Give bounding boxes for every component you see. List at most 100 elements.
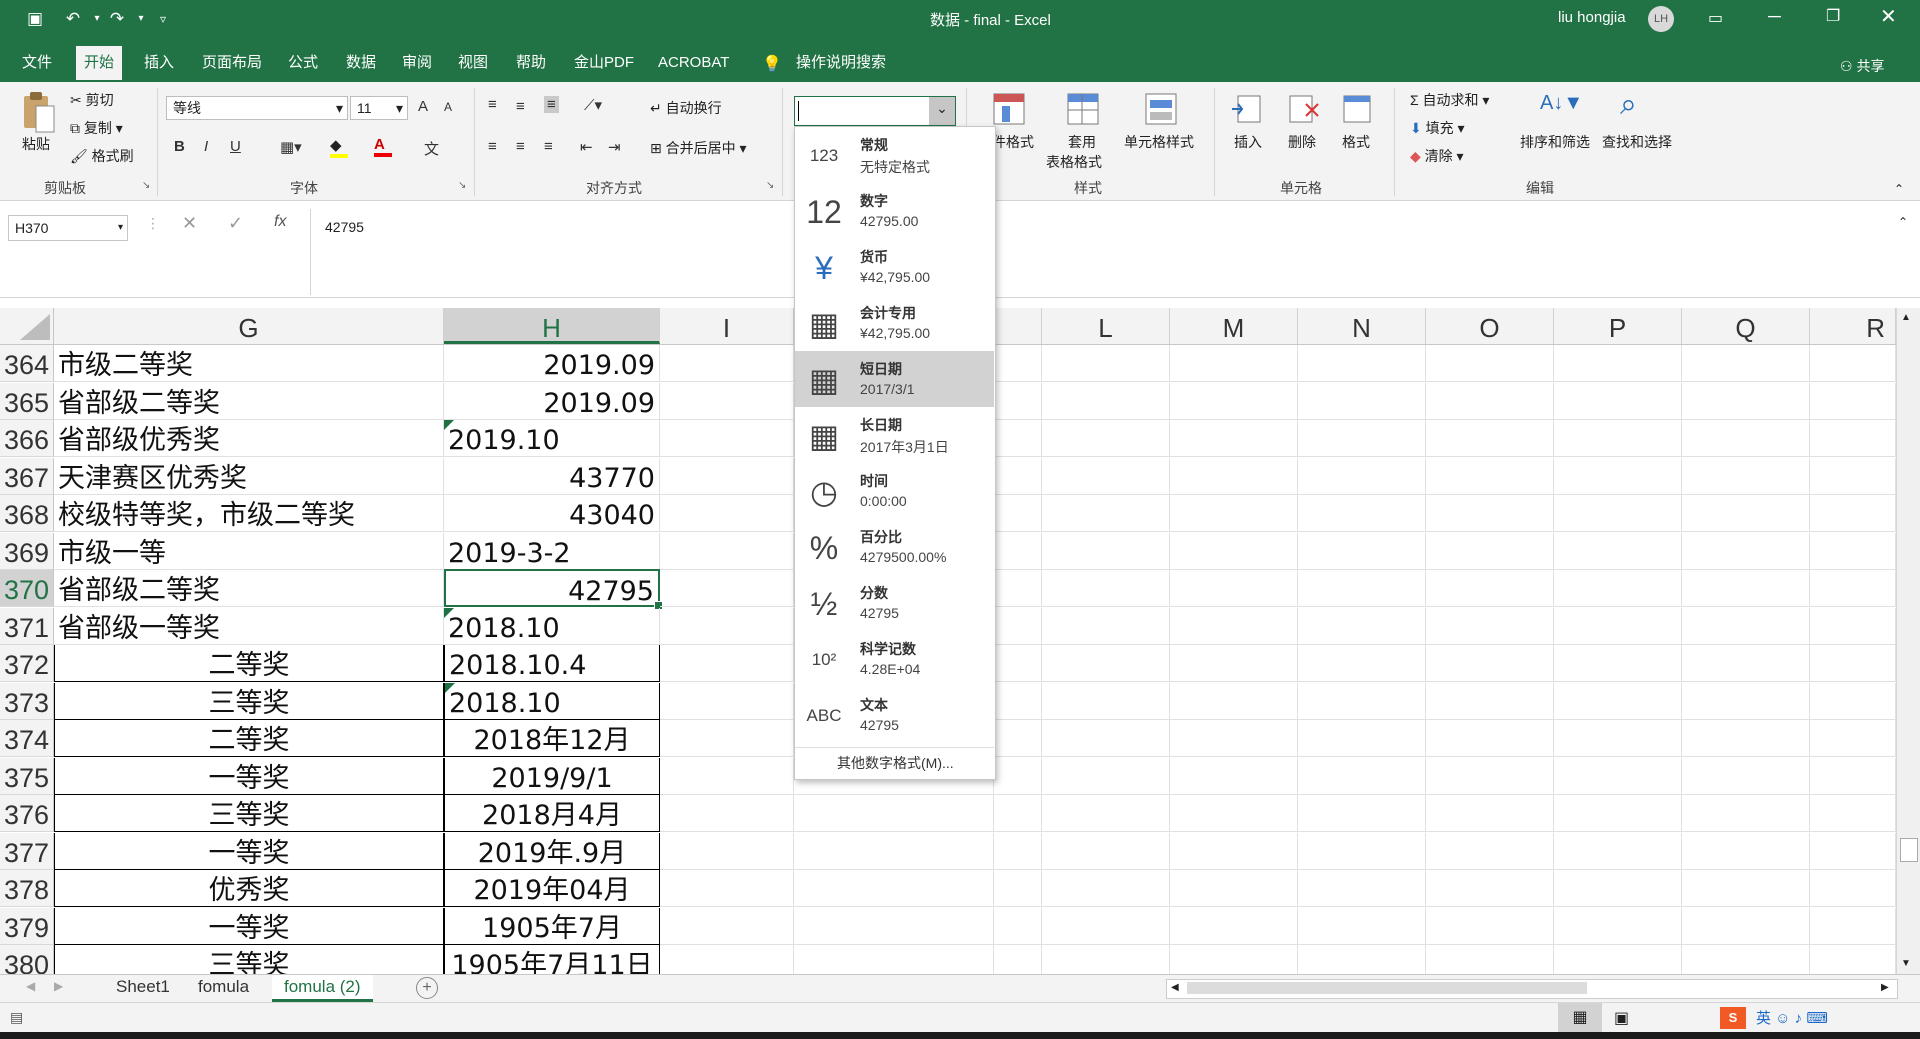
font-size-select[interactable]: 11 ▾ bbox=[350, 96, 408, 120]
scroll-left-icon[interactable]: ◀ bbox=[1171, 982, 1179, 993]
empty-cell[interactable] bbox=[1810, 945, 1896, 974]
empty-cell[interactable] bbox=[1554, 607, 1682, 645]
number-format-option[interactable]: 10² 科学记数 4.28E+04 bbox=[795, 631, 994, 687]
empty-cell[interactable] bbox=[1810, 682, 1896, 720]
empty-cell[interactable] bbox=[1170, 457, 1298, 495]
empty-cell[interactable] bbox=[1298, 645, 1426, 682]
empty-cell[interactable] bbox=[794, 870, 994, 907]
empty-cell[interactable] bbox=[1426, 607, 1554, 645]
paste-button[interactable] bbox=[18, 90, 58, 138]
row-header[interactable]: 374 bbox=[0, 720, 54, 757]
empty-cell[interactable] bbox=[1554, 945, 1682, 974]
sheet-tab-sheet1[interactable]: Sheet1 bbox=[104, 975, 182, 1002]
empty-cell[interactable] bbox=[1298, 420, 1426, 457]
tell-me-search[interactable]: 操作说明搜索 bbox=[788, 48, 894, 78]
column-header-r[interactable]: R bbox=[1810, 308, 1896, 344]
cell-g[interactable]: 省部级二等奖 bbox=[54, 570, 444, 607]
empty-cell[interactable] bbox=[994, 832, 1042, 870]
tab-insert[interactable]: 插入 bbox=[136, 48, 182, 78]
cell-h[interactable]: 2019.09 bbox=[444, 345, 660, 382]
cell-g[interactable]: 一等奖 bbox=[54, 832, 444, 870]
empty-cell[interactable] bbox=[660, 570, 794, 607]
cell-g[interactable]: 三等奖 bbox=[54, 945, 444, 974]
empty-cell[interactable] bbox=[1426, 570, 1554, 607]
empty-cell[interactable] bbox=[660, 757, 794, 795]
expand-formula-bar-icon[interactable]: ⌃ bbox=[1898, 215, 1908, 229]
fill-button[interactable]: ⬇ 填充 ▾ bbox=[1410, 118, 1465, 138]
scroll-up-icon[interactable]: ▲ bbox=[1901, 312, 1911, 323]
scroll-thumb[interactable] bbox=[1900, 838, 1918, 862]
borders-icon[interactable]: ▦▾ bbox=[280, 138, 302, 156]
scroll-down-icon[interactable]: ▼ bbox=[1901, 958, 1911, 969]
empty-cell[interactable] bbox=[1426, 832, 1554, 870]
empty-cell[interactable] bbox=[1682, 795, 1810, 832]
empty-cell[interactable] bbox=[1810, 457, 1896, 495]
empty-cell[interactable] bbox=[1170, 757, 1298, 795]
number-format-option[interactable]: ½ 分数 42795 bbox=[795, 575, 994, 631]
empty-cell[interactable] bbox=[660, 420, 794, 457]
cell-h[interactable]: 1905年7月11日 bbox=[444, 945, 660, 974]
empty-cell[interactable] bbox=[1554, 907, 1682, 945]
empty-cell[interactable] bbox=[1042, 907, 1170, 945]
cell-h[interactable]: 2019年04月 bbox=[444, 870, 660, 907]
empty-cell[interactable] bbox=[1682, 832, 1810, 870]
empty-cell[interactable] bbox=[1298, 457, 1426, 495]
row-header[interactable]: 365 bbox=[0, 382, 54, 420]
cell-g[interactable]: 省部级一等奖 bbox=[54, 607, 444, 645]
scroll-sheets-left-icon[interactable]: ◀ bbox=[26, 979, 35, 993]
cell-h[interactable]: 2019.10 bbox=[444, 420, 660, 457]
empty-cell[interactable] bbox=[1298, 532, 1426, 570]
share-button[interactable]: ⚇ 共享 bbox=[1840, 56, 1884, 76]
empty-cell[interactable] bbox=[994, 645, 1042, 682]
cell-g[interactable]: 三等奖 bbox=[54, 795, 444, 832]
empty-cell[interactable] bbox=[1170, 832, 1298, 870]
row-header[interactable]: 375 bbox=[0, 757, 54, 795]
insert-cells-label[interactable]: 插入 bbox=[1234, 132, 1262, 152]
horizontal-scrollbar[interactable]: ◀ ▶ bbox=[1166, 979, 1898, 999]
cell-h[interactable]: 1905年7月 bbox=[444, 907, 660, 945]
format-as-table-label-2[interactable]: 表格格式 bbox=[1046, 152, 1102, 172]
empty-cell[interactable] bbox=[994, 907, 1042, 945]
empty-cell[interactable] bbox=[994, 495, 1042, 532]
column-header-m[interactable]: M bbox=[1170, 308, 1298, 344]
empty-cell[interactable] bbox=[1298, 832, 1426, 870]
column-header-o[interactable]: O bbox=[1426, 308, 1554, 344]
align-left-icon[interactable]: ≡ bbox=[488, 138, 497, 155]
cell-g[interactable]: 市级二等奖 bbox=[54, 345, 444, 382]
empty-cell[interactable] bbox=[794, 832, 994, 870]
find-select-label[interactable]: 查找和选择 bbox=[1602, 132, 1672, 152]
tab-home[interactable]: 开始 bbox=[76, 46, 123, 82]
empty-cell[interactable] bbox=[1810, 607, 1896, 645]
empty-cell[interactable] bbox=[1170, 870, 1298, 907]
font-color-button[interactable]: A bbox=[374, 136, 392, 157]
redo-icon[interactable]: ↷ bbox=[104, 8, 130, 30]
format-as-table-icon[interactable] bbox=[1066, 92, 1100, 126]
empty-cell[interactable] bbox=[1170, 532, 1298, 570]
number-format-option[interactable]: ABC 文本 42795 bbox=[795, 687, 994, 743]
number-format-option[interactable]: ▦ 长日期 2017年3月1日 bbox=[795, 407, 994, 463]
chevron-down-icon[interactable]: ⌄ bbox=[929, 97, 955, 125]
autosum-button[interactable]: Σ 自动求和 ▾ bbox=[1410, 90, 1489, 110]
ime-tray-icons[interactable]: 英 ☺ ♪ ⌨ bbox=[1756, 1007, 1828, 1028]
column-header-n[interactable]: N bbox=[1298, 308, 1426, 344]
empty-cell[interactable] bbox=[660, 382, 794, 420]
clear-button[interactable]: ◆ 清除 ▾ bbox=[1410, 146, 1464, 166]
empty-cell[interactable] bbox=[1042, 532, 1170, 570]
cell-g[interactable]: 三等奖 bbox=[54, 682, 444, 720]
empty-cell[interactable] bbox=[1170, 382, 1298, 420]
input-method-icon[interactable]: S bbox=[1720, 1007, 1746, 1029]
undo-icon[interactable]: ↶ bbox=[60, 8, 86, 30]
column-header-h[interactable]: H bbox=[444, 308, 660, 344]
dialog-launcher-icon[interactable]: ↘ bbox=[766, 180, 774, 191]
empty-cell[interactable] bbox=[1682, 945, 1810, 974]
ribbon-display-options-icon[interactable]: ▭ bbox=[1708, 8, 1723, 28]
column-header-l[interactable]: L bbox=[1042, 308, 1170, 344]
empty-cell[interactable] bbox=[1810, 420, 1896, 457]
underline-button[interactable]: U bbox=[230, 138, 241, 155]
tab-acrobat[interactable]: ACROBAT bbox=[650, 48, 737, 78]
empty-cell[interactable] bbox=[1682, 457, 1810, 495]
scroll-sheets-right-icon[interactable]: ▶ bbox=[54, 979, 63, 993]
cell-g[interactable]: 天津赛区优秀奖 bbox=[54, 457, 444, 495]
format-cells-icon[interactable] bbox=[1340, 92, 1374, 126]
empty-cell[interactable] bbox=[1170, 495, 1298, 532]
